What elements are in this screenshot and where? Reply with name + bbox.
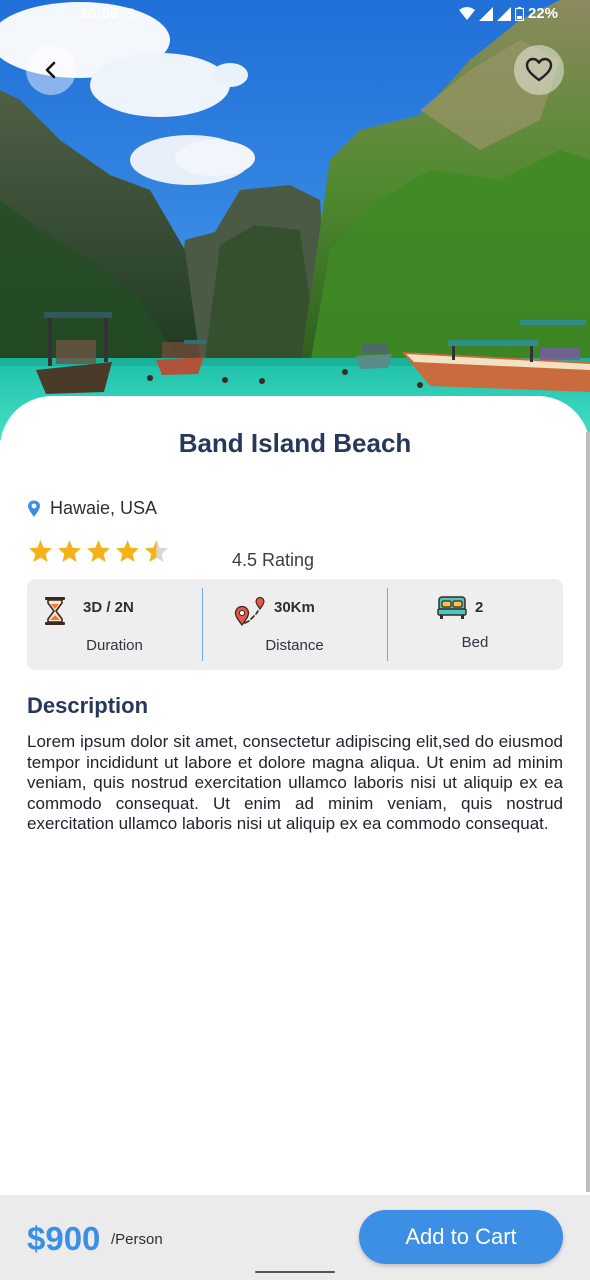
signal-icon: [496, 6, 511, 21]
back-button[interactable]: [26, 45, 76, 95]
favorite-button[interactable]: [514, 45, 564, 95]
scrollbar[interactable]: [586, 432, 590, 1192]
bed-info: 2 Bed: [387, 579, 563, 670]
battery-icon: [514, 6, 524, 21]
signal-icon: [478, 6, 493, 21]
bed-value: 2: [475, 599, 484, 616]
booking-bar: $900 /Person Add to Cart: [0, 1195, 590, 1280]
route-pin-icon: [234, 596, 265, 627]
star-rating: [28, 539, 169, 563]
price-unit: /Person: [111, 1231, 163, 1248]
battery-percentage: 22%: [527, 5, 558, 22]
destination-photo: 16:56 S 22%: [0, 0, 590, 440]
wifi-icon: [458, 6, 475, 20]
add-to-cart-button[interactable]: Add to Cart: [359, 1210, 563, 1264]
duration-info: 3D / 2N Duration: [27, 579, 202, 670]
status-bar: 16:56 S 22%: [0, 0, 590, 28]
status-time: 16:56: [80, 5, 119, 22]
distance-value: 30Km: [274, 599, 315, 616]
location-row: Hawaie, USA: [27, 498, 157, 519]
chevron-left-icon: [45, 61, 56, 79]
price: $900: [27, 1220, 101, 1257]
location-text: Hawaie, USA: [50, 498, 158, 518]
location-pin-icon: [28, 500, 40, 517]
bed-label: Bed: [461, 634, 489, 651]
sim-status-icon: S: [126, 5, 136, 21]
distance-info: 30Km Distance: [202, 579, 387, 670]
description-text: Lorem ipsum dolor sit amet, consectetur …: [27, 732, 563, 833]
star-full-icon: [29, 540, 52, 562]
description-heading: Description: [27, 693, 149, 718]
star-full-icon: [87, 540, 110, 562]
rating-text: 4.5 Rating: [232, 550, 315, 570]
destination-details-card: Band Island Beach Hawaie, USA 4.5 Rating: [0, 396, 590, 1196]
duration-label: Duration: [86, 637, 143, 654]
beach-scenery-illustration: [0, 0, 590, 440]
destination-title: Band Island Beach: [178, 428, 412, 458]
star-full-icon: [116, 540, 139, 562]
heart-outline-icon: [525, 57, 553, 82]
distance-label: Distance: [265, 637, 324, 654]
home-indicator[interactable]: [255, 1271, 335, 1273]
bed-icon: [437, 596, 467, 619]
status-indicators: 22%: [458, 5, 558, 22]
star-full-icon: [58, 540, 81, 562]
trip-info-box: 3D / 2N Duration 30Km Distance 2 Bed: [27, 579, 563, 670]
star-half-icon: [145, 540, 168, 562]
hourglass-icon: [45, 597, 65, 625]
duration-value: 3D / 2N: [83, 599, 134, 616]
